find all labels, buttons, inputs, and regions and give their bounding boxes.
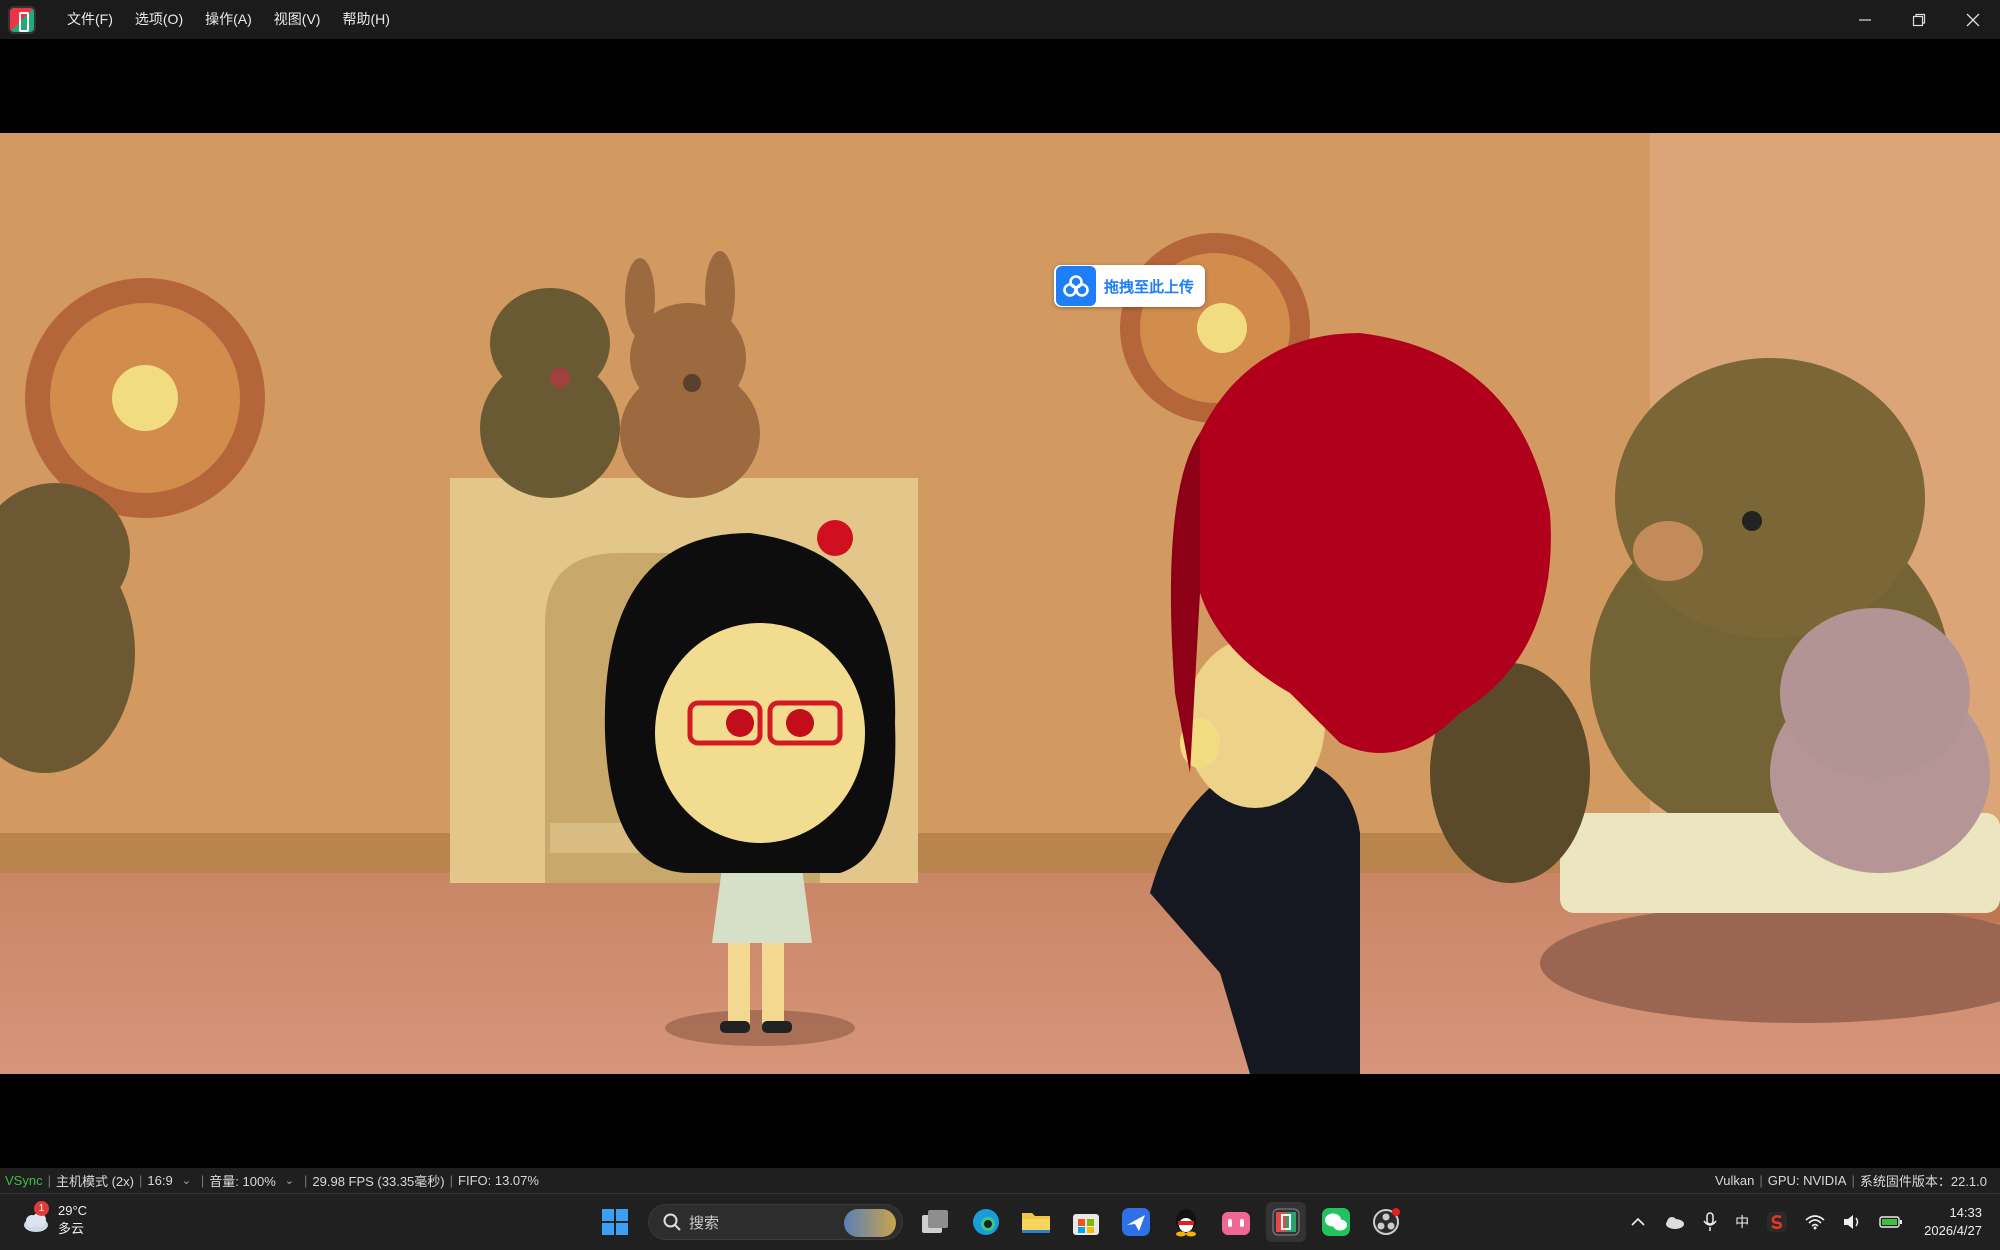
search-placeholder: 搜索 — [689, 1214, 720, 1232]
search-icon — [663, 1213, 681, 1231]
emulator-app-icon — [8, 5, 36, 34]
notification-badge: 1 — [34, 1201, 49, 1216]
battery-icon[interactable] — [1879, 1215, 1903, 1229]
store-icon — [1073, 1214, 1099, 1235]
edge-button[interactable] — [966, 1202, 1006, 1242]
chevron-down-icon[interactable]: ⌄ — [182, 1174, 191, 1187]
weather-widget[interactable]: 1 29°C 多云 — [20, 1201, 87, 1238]
game-scene-art — [0, 133, 2000, 1074]
emulator-status-bar: VSync | 主机模式 (2x) | 16:9 ⌄ | 音量: 100% ⌄ … — [0, 1168, 2000, 1193]
upload-drop-button[interactable]: 拖拽至此上传 — [1054, 265, 1205, 307]
aspect-ratio-select[interactable]: 16:9 — [142, 1173, 177, 1188]
wechat-button[interactable] — [1316, 1202, 1356, 1242]
menu-help[interactable]: 帮助(H) — [331, 0, 400, 39]
qq-icon — [1176, 1209, 1196, 1237]
game-viewport[interactable]: 拖拽至此上传 — [0, 40, 2000, 1168]
bilibili-button[interactable] — [1216, 1202, 1256, 1242]
system-clock[interactable]: 14:33 2026/4/27 — [1924, 1204, 1982, 1240]
title-bar: 文件(F) 选项(O) 操作(A) 视图(V) 帮助(H) — [0, 0, 2000, 39]
window-controls — [1838, 0, 2000, 39]
clock-date: 2026/4/27 — [1924, 1223, 1982, 1238]
windows-taskbar: 1 29°C 多云 搜索 中 14:33 2026/4/27 — [0, 1193, 2000, 1250]
store-button[interactable] — [1066, 1202, 1106, 1242]
volume-control[interactable]: 音量: 100% — [204, 1171, 280, 1190]
menu-view[interactable]: 视图(V) — [263, 0, 332, 39]
task-view-icon — [922, 1210, 948, 1233]
emulator-icon — [1272, 1208, 1300, 1236]
game-scene: 拖拽至此上传 — [0, 133, 2000, 1074]
menu-file[interactable]: 文件(F) — [56, 0, 124, 39]
status-right-group: Vulkan | GPU: NVIDIA | 系统固件版本：22.1.0 — [1710, 1168, 1992, 1193]
system-tray: 中 14:33 2026/4/27 — [1622, 1194, 2000, 1250]
feishu-button[interactable] — [1116, 1202, 1156, 1242]
taskbar-apps: 搜索 — [590, 1200, 1411, 1244]
file-explorer-button[interactable] — [1016, 1202, 1056, 1242]
bilibili-icon — [1222, 1212, 1250, 1235]
microphone-icon[interactable] — [1703, 1212, 1717, 1232]
feishu-icon — [1122, 1208, 1150, 1236]
obs-icon — [1373, 1208, 1400, 1235]
emulator-taskbar-button[interactable] — [1266, 1202, 1306, 1242]
file-explorer-icon — [1022, 1213, 1050, 1233]
taskbar-search[interactable]: 搜索 — [648, 1204, 903, 1240]
windows-start-icon — [602, 1209, 628, 1235]
firmware-version-label: 系统固件版本：22.1.0 — [1859, 1174, 1987, 1189]
chevron-up-icon[interactable] — [1631, 1217, 1645, 1227]
minimize-icon — [1859, 18, 1871, 21]
edge-icon — [973, 1209, 999, 1235]
obs-button[interactable] — [1366, 1202, 1406, 1242]
cloud-drive-icon — [1056, 266, 1096, 306]
flower-decor-left — [25, 278, 265, 518]
close-button[interactable] — [1946, 0, 2000, 39]
volume-icon[interactable] — [1843, 1214, 1861, 1230]
cloud-icon: 1 — [20, 1201, 50, 1235]
graphics-api-label: Vulkan — [1715, 1173, 1755, 1188]
temperature-label: 29°C — [58, 1203, 88, 1218]
start-button[interactable] — [595, 1202, 635, 1242]
menu-bar: 文件(F) 选项(O) 操作(A) 视图(V) 帮助(H) — [56, 0, 401, 39]
upload-drop-label: 拖拽至此上传 — [1104, 278, 1195, 296]
host-mode-toggle[interactable]: 主机模式 (2x) — [51, 1171, 139, 1190]
menu-options[interactable]: 选项(O) — [124, 0, 194, 39]
restore-button[interactable] — [1892, 0, 1946, 39]
plush-bear-mantel — [480, 288, 620, 498]
restore-icon — [1912, 13, 1926, 26]
wechat-icon — [1322, 1208, 1350, 1236]
gpu-label: GPU: NVIDIA — [1767, 1173, 1847, 1188]
qq-button[interactable] — [1166, 1202, 1206, 1242]
fifo-readout: FIFO: 13.07% — [458, 1173, 539, 1188]
sogou-ime-icon[interactable] — [1767, 1212, 1788, 1232]
weather-condition-label: 多云 — [58, 1221, 85, 1236]
minimize-button[interactable] — [1838, 0, 1892, 39]
fps-readout: 29.98 FPS (33.35毫秒) — [312, 1174, 445, 1189]
onedrive-icon[interactable] — [1663, 1215, 1685, 1229]
ime-indicator[interactable]: 中 — [1735, 1212, 1749, 1232]
task-view-button[interactable] — [916, 1202, 956, 1242]
close-icon — [1966, 13, 1980, 26]
clock-time: 14:33 — [1949, 1205, 1982, 1220]
weather-text: 29°C 多云 — [58, 1202, 87, 1238]
wifi-icon[interactable] — [1805, 1214, 1825, 1230]
chevron-down-icon[interactable]: ⌄ — [285, 1174, 294, 1187]
search-highlight-icon — [844, 1209, 896, 1237]
vsync-toggle[interactable]: VSync — [0, 1173, 48, 1188]
menu-actions[interactable]: 操作(A) — [194, 0, 263, 39]
